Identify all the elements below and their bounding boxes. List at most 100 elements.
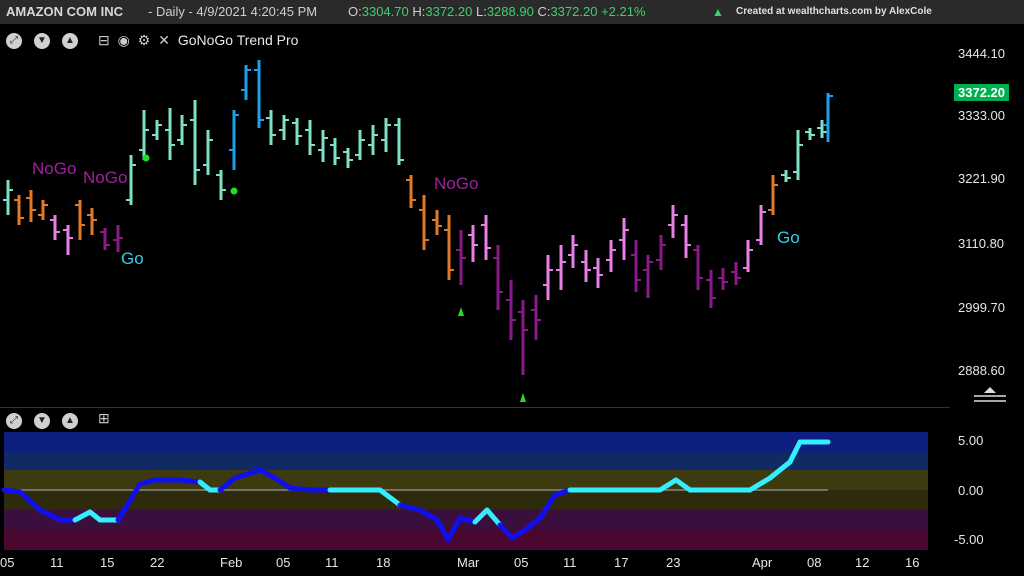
price-bar [216, 170, 226, 200]
price-bar [152, 120, 162, 140]
price-bar [26, 190, 36, 222]
price-bar [456, 230, 466, 285]
price-bar [731, 262, 741, 285]
price-bar [165, 108, 175, 160]
price-bar [368, 125, 378, 155]
go-label: Go [121, 249, 144, 268]
price-bar [3, 180, 13, 215]
price-axis-icon[interactable] [974, 387, 1006, 402]
price-bar [556, 245, 566, 290]
price-bar [139, 110, 149, 160]
x-axis-label: 18 [376, 555, 391, 570]
price-bar [190, 100, 200, 185]
price-bar [305, 120, 315, 155]
price-bar [768, 175, 778, 215]
price-bar [506, 280, 516, 340]
price-bar [279, 115, 289, 140]
oscillator-segment [287, 485, 313, 493]
price-bar [292, 118, 302, 145]
x-axis-label: 12 [855, 555, 870, 570]
price-bar [330, 138, 340, 165]
price-bar [593, 258, 603, 288]
x-axis-label: 05 [0, 555, 15, 570]
osc-axis-label: -5.00 [954, 532, 984, 547]
price-bar [126, 155, 136, 205]
price-bar [805, 128, 815, 140]
price-bar [531, 295, 541, 340]
price-bar [381, 118, 391, 152]
price-bar [581, 250, 591, 282]
price-bar [100, 228, 110, 250]
x-axis-label: 15 [100, 555, 115, 570]
go-label: Go [777, 228, 800, 247]
price-bar [14, 195, 24, 225]
price-bar [518, 300, 528, 375]
oscillator-segment [177, 477, 203, 485]
x-axis-label: Feb [220, 555, 243, 570]
x-axis-label: 11 [50, 555, 64, 570]
price-bar [481, 215, 491, 260]
price-axis-label: 3444.10 [958, 46, 1005, 61]
price-bar [631, 240, 641, 292]
price-bar [254, 60, 264, 128]
price-axis-label: 2888.60 [958, 363, 1005, 378]
price-bar [493, 245, 503, 310]
last-price-tag: 3372.20 [954, 84, 1009, 101]
price-axis-label: 3333.00 [958, 108, 1005, 123]
signal-dot [230, 187, 238, 195]
price-bars [3, 60, 833, 375]
price-bar [406, 175, 416, 208]
x-axis-label: 08 [807, 555, 822, 570]
price-bar [394, 118, 404, 165]
price-bar [419, 195, 429, 250]
price-bar [756, 205, 766, 245]
price-bar [318, 130, 328, 162]
x-axis-label: 22 [150, 555, 165, 570]
price-bar [87, 208, 97, 235]
price-bar [229, 110, 239, 170]
price-bar [706, 270, 716, 308]
nogo-label: NoGo [434, 174, 478, 193]
price-bar [823, 93, 833, 142]
price-bar [781, 170, 791, 182]
price-bar [241, 65, 251, 100]
price-chart[interactable]: NoGo NoGo Go NoGo Go [0, 0, 1024, 576]
x-axis-label: 05 [514, 555, 529, 570]
price-bar [619, 218, 629, 260]
price-bar [38, 200, 48, 220]
price-bar [656, 235, 666, 270]
signal-triangle [458, 307, 464, 316]
osc-axis-label: 5.00 [958, 433, 984, 448]
price-axis-label: 2999.70 [958, 300, 1005, 315]
price-bar [681, 215, 691, 258]
price-bar [343, 148, 353, 168]
price-bar [693, 245, 703, 290]
signal-triangle [520, 393, 526, 402]
price-bar [543, 255, 553, 300]
price-bar [606, 240, 616, 272]
price-bar [75, 200, 85, 240]
nogo-label: NoGo [83, 168, 127, 187]
x-axis-label: 16 [905, 555, 920, 570]
price-bar [743, 240, 753, 272]
x-axis-label: Apr [752, 555, 773, 570]
osc-axis-label: 0.00 [958, 483, 984, 498]
price-bar [643, 255, 653, 298]
price-bar [432, 210, 442, 235]
price-axis-label: 3221.90 [958, 171, 1005, 186]
price-bar [63, 225, 73, 255]
price-bar [817, 120, 827, 138]
x-axis-label: 11 [325, 555, 339, 570]
x-axis-label: 05 [276, 555, 291, 570]
signal-dot [142, 154, 150, 162]
price-bar [177, 115, 187, 145]
price-bar [444, 215, 454, 280]
price-bar [793, 130, 803, 180]
x-axis-label: 17 [614, 555, 629, 570]
price-bar [668, 205, 678, 238]
price-axis-label: 3110.80 [958, 236, 1005, 251]
price-bar [50, 215, 60, 240]
price-bar [718, 268, 728, 290]
price-bar [355, 130, 365, 160]
price-bar [468, 225, 478, 262]
